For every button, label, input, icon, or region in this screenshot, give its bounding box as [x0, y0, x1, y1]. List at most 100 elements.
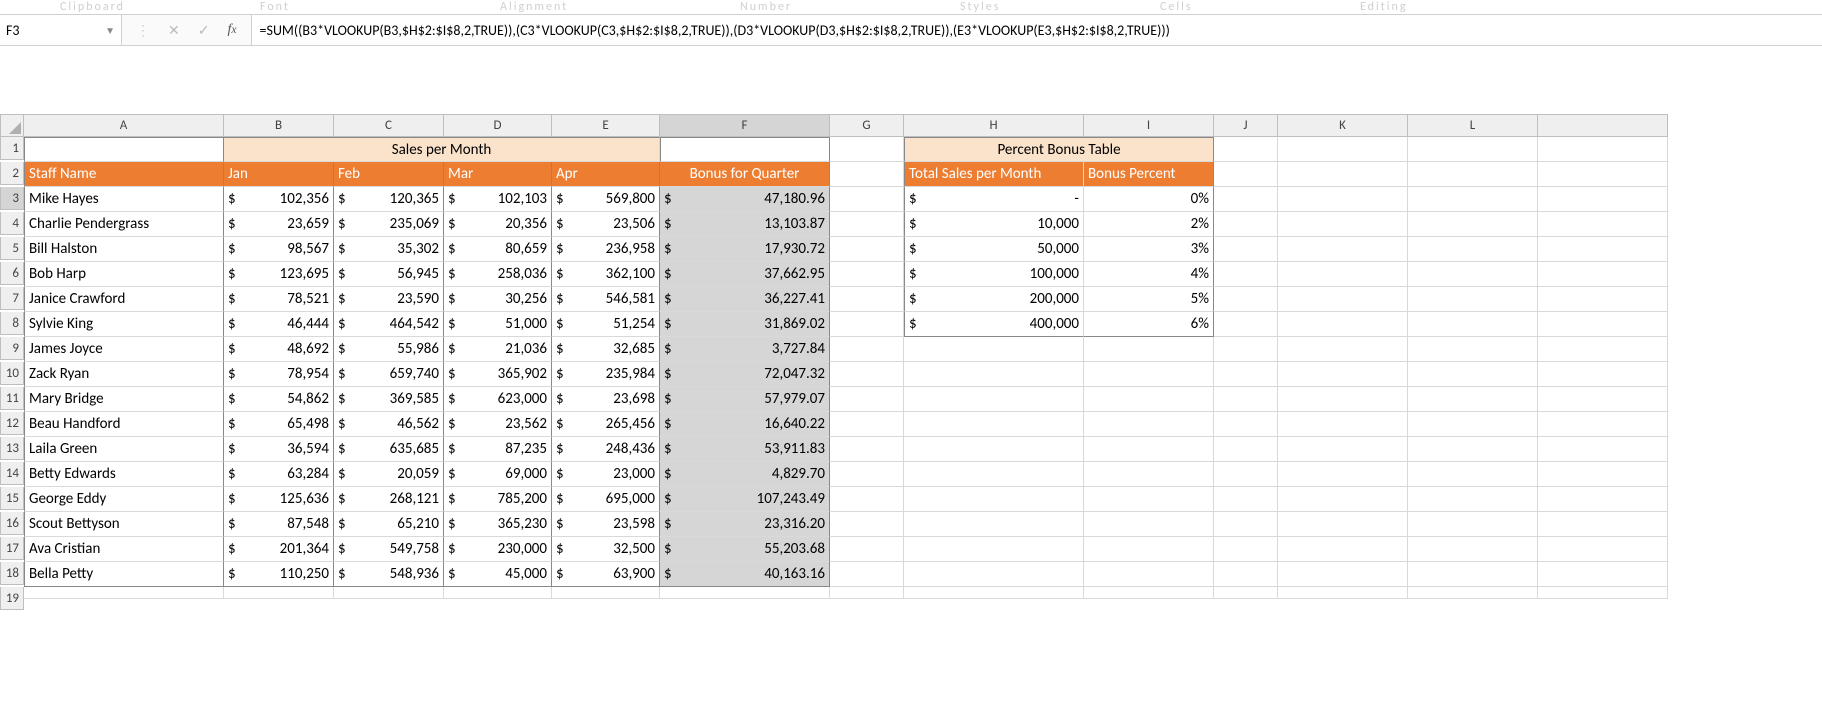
empty-cell[interactable]: [444, 587, 552, 599]
money-cell[interactable]: $23,590: [334, 287, 444, 312]
empty-cell[interactable]: [830, 237, 904, 262]
jan-header[interactable]: Jan: [224, 162, 334, 187]
money-cell[interactable]: $10,000: [904, 212, 1084, 237]
empty-cell[interactable]: [1408, 362, 1538, 387]
empty-cell[interactable]: [1084, 437, 1214, 462]
empty-cell[interactable]: [904, 412, 1084, 437]
money-cell[interactable]: $51,000: [444, 312, 552, 337]
bonus-percent-cell[interactable]: 4%: [1084, 262, 1214, 287]
empty-cell[interactable]: [1408, 337, 1538, 362]
column-header-blank[interactable]: [1538, 114, 1668, 137]
money-cell[interactable]: $65,210: [334, 512, 444, 537]
empty-cell[interactable]: [1538, 337, 1668, 362]
empty-cell[interactable]: [1408, 512, 1538, 537]
empty-cell[interactable]: [1278, 437, 1408, 462]
cell[interactable]: [660, 137, 830, 162]
empty-cell[interactable]: [1278, 212, 1408, 237]
empty-cell[interactable]: [904, 512, 1084, 537]
money-cell[interactable]: $37,662.95: [660, 262, 830, 287]
empty-cell[interactable]: [1538, 412, 1668, 437]
money-cell[interactable]: $23,562: [444, 412, 552, 437]
money-cell[interactable]: $17,930.72: [660, 237, 830, 262]
empty-cell[interactable]: [1538, 462, 1668, 487]
money-cell[interactable]: $23,000: [552, 462, 660, 487]
staff-name-cell[interactable]: Scout Bettyson: [24, 512, 224, 537]
spreadsheet-grid[interactable]: ABCDEFGHIJKL1Sales per MonthPercent Bonu…: [0, 114, 1822, 610]
empty-cell[interactable]: [1538, 437, 1668, 462]
money-cell[interactable]: $569,800: [552, 187, 660, 212]
money-cell[interactable]: $53,911.83: [660, 437, 830, 462]
empty-cell[interactable]: [1408, 137, 1538, 162]
staff-name-cell[interactable]: Zack Ryan: [24, 362, 224, 387]
money-cell[interactable]: $235,984: [552, 362, 660, 387]
bonus-percent-cell[interactable]: 6%: [1084, 312, 1214, 337]
column-header-C[interactable]: C: [334, 114, 444, 137]
staff-name-cell[interactable]: George Eddy: [24, 487, 224, 512]
money-cell[interactable]: $549,758: [334, 537, 444, 562]
staff-name-cell[interactable]: Bob Harp: [24, 262, 224, 287]
money-cell[interactable]: $125,636: [224, 487, 334, 512]
empty-cell[interactable]: [1084, 362, 1214, 387]
money-cell[interactable]: $635,685: [334, 437, 444, 462]
money-cell[interactable]: $80,659: [444, 237, 552, 262]
empty-cell[interactable]: [1408, 437, 1538, 462]
row-header-3[interactable]: 3: [0, 187, 24, 210]
cell[interactable]: [24, 137, 224, 162]
sales-per-month-header[interactable]: Sales per Month: [224, 137, 660, 162]
empty-cell[interactable]: [1214, 387, 1278, 412]
empty-cell[interactable]: [904, 437, 1084, 462]
money-cell[interactable]: $23,659: [224, 212, 334, 237]
money-cell[interactable]: $45,000: [444, 562, 552, 587]
money-cell[interactable]: $78,954: [224, 362, 334, 387]
money-cell[interactable]: $51,254: [552, 312, 660, 337]
money-cell[interactable]: $32,685: [552, 337, 660, 362]
formula-input[interactable]: =SUM((B3*VLOOKUP(B3,$H$2:$I$8,2,TRUE)),(…: [252, 15, 1822, 45]
money-cell[interactable]: $362,100: [552, 262, 660, 287]
money-cell[interactable]: $102,356: [224, 187, 334, 212]
money-cell[interactable]: $87,235: [444, 437, 552, 462]
money-cell[interactable]: $4,829.70: [660, 462, 830, 487]
empty-cell[interactable]: [334, 587, 444, 599]
empty-cell[interactable]: [1538, 512, 1668, 537]
bonus-percent-cell[interactable]: 2%: [1084, 212, 1214, 237]
empty-cell[interactable]: [1278, 162, 1408, 187]
row-header-11[interactable]: 11: [0, 387, 24, 410]
money-cell[interactable]: $464,542: [334, 312, 444, 337]
empty-cell[interactable]: [1538, 562, 1668, 587]
enter-icon[interactable]: ✓: [198, 22, 210, 39]
empty-cell[interactable]: [660, 587, 830, 599]
row-header-16[interactable]: 16: [0, 512, 24, 535]
money-cell[interactable]: $365,902: [444, 362, 552, 387]
money-cell[interactable]: $102,103: [444, 187, 552, 212]
empty-cell[interactable]: [1538, 162, 1668, 187]
money-cell[interactable]: $23,316.20: [660, 512, 830, 537]
empty-cell[interactable]: [552, 587, 660, 599]
money-cell[interactable]: $63,284: [224, 462, 334, 487]
money-cell[interactable]: $69,000: [444, 462, 552, 487]
money-cell[interactable]: $623,000: [444, 387, 552, 412]
row-header-4[interactable]: 4: [0, 212, 24, 235]
money-cell[interactable]: $32,500: [552, 537, 660, 562]
money-cell[interactable]: $258,036: [444, 262, 552, 287]
money-cell[interactable]: $46,562: [334, 412, 444, 437]
empty-cell[interactable]: [830, 287, 904, 312]
row-header-5[interactable]: 5: [0, 237, 24, 260]
empty-cell[interactable]: [1278, 587, 1408, 599]
money-cell[interactable]: $100,000: [904, 262, 1084, 287]
empty-cell[interactable]: [1278, 287, 1408, 312]
staff-name-header[interactable]: Staff Name: [24, 162, 224, 187]
money-cell[interactable]: $35,302: [334, 237, 444, 262]
empty-cell[interactable]: [1214, 312, 1278, 337]
money-cell[interactable]: $78,521: [224, 287, 334, 312]
staff-name-cell[interactable]: Mike Hayes: [24, 187, 224, 212]
empty-cell[interactable]: [1278, 487, 1408, 512]
empty-cell[interactable]: [904, 537, 1084, 562]
column-header-G[interactable]: G: [830, 114, 904, 137]
money-cell[interactable]: $785,200: [444, 487, 552, 512]
empty-cell[interactable]: [1214, 137, 1278, 162]
staff-name-cell[interactable]: Betty Edwards: [24, 462, 224, 487]
money-cell[interactable]: $57,979.07: [660, 387, 830, 412]
money-cell[interactable]: $23,506: [552, 212, 660, 237]
money-cell[interactable]: $56,945: [334, 262, 444, 287]
money-cell[interactable]: $54,862: [224, 387, 334, 412]
